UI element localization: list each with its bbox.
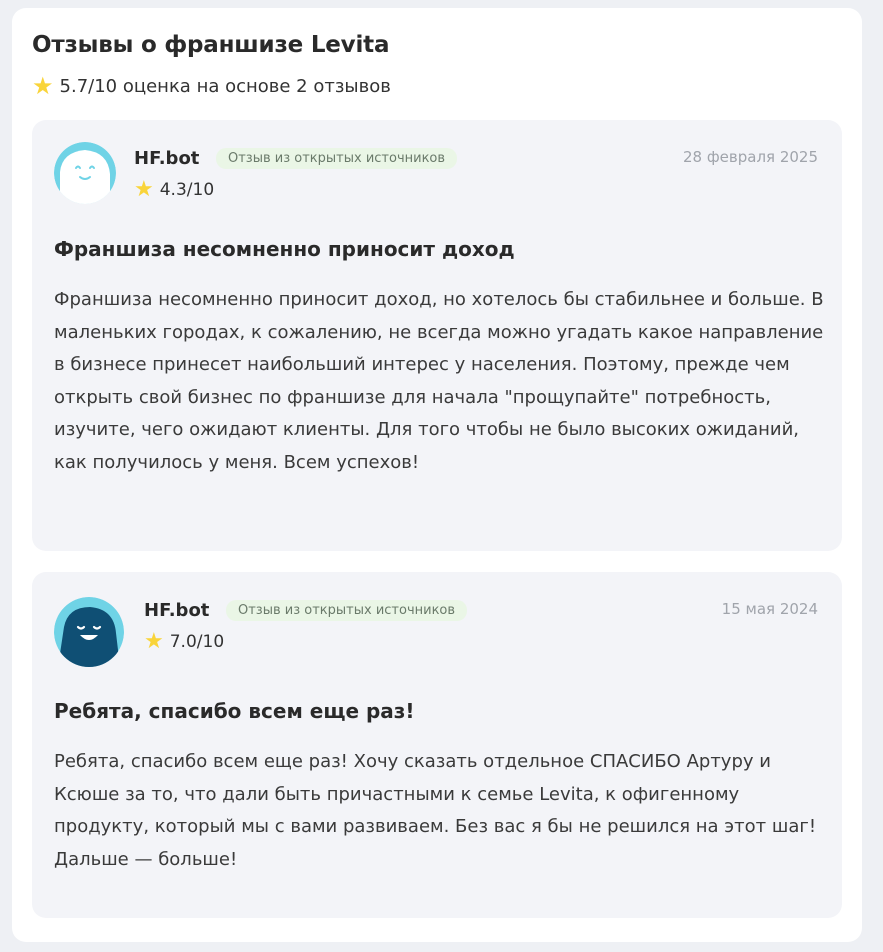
source-badge: Отзыв из открытых источников bbox=[226, 600, 468, 621]
review-text: Франшиза несомненно приносит доход, но х… bbox=[54, 289, 824, 473]
review-rating: ★ 4.3/10 bbox=[134, 179, 214, 201]
review-title: Франшиза несомненно приносит доход bbox=[54, 237, 515, 261]
source-badge: Отзыв из открытых источников bbox=[216, 148, 458, 169]
review-date: 15 мая 2024 bbox=[721, 600, 818, 618]
review-date: 28 февраля 2025 bbox=[682, 148, 818, 166]
star-icon: ★ bbox=[32, 72, 54, 100]
review-author[interactable]: HF.bot bbox=[144, 600, 209, 621]
review-rating-value: 7.0/10 bbox=[169, 632, 225, 652]
reviews-card: Отзывы о франшизе Levita ★ 5.7/10 оценка… bbox=[12, 8, 862, 942]
review-title: Ребята, спасибо всем еще раз! bbox=[54, 699, 415, 723]
review-rating-value: 4.3/10 bbox=[159, 180, 215, 200]
review-rating: ★ 7.0/10 bbox=[144, 631, 224, 653]
page-title: Отзывы о франшизе Levita bbox=[32, 32, 390, 58]
star-icon: ★ bbox=[134, 177, 154, 202]
rating-summary-text: 5.7/10 оценка на основе 2 отзывов bbox=[59, 75, 391, 97]
review-author[interactable]: HF.bot bbox=[134, 148, 199, 169]
review-card: HF.bot Отзыв из открытых источников 15 м… bbox=[32, 572, 842, 918]
star-icon: ★ bbox=[144, 629, 164, 654]
review-text: Ребята, спасибо всем еще раз! Хочу сказа… bbox=[54, 751, 817, 870]
happy-bot-light-icon bbox=[54, 142, 116, 204]
happy-bot-dark-icon bbox=[54, 597, 124, 667]
rating-summary: ★ 5.7/10 оценка на основе 2 отзывов bbox=[32, 74, 391, 98]
review-card: HF.bot Отзыв из открытых источников 28 ф… bbox=[32, 120, 842, 551]
